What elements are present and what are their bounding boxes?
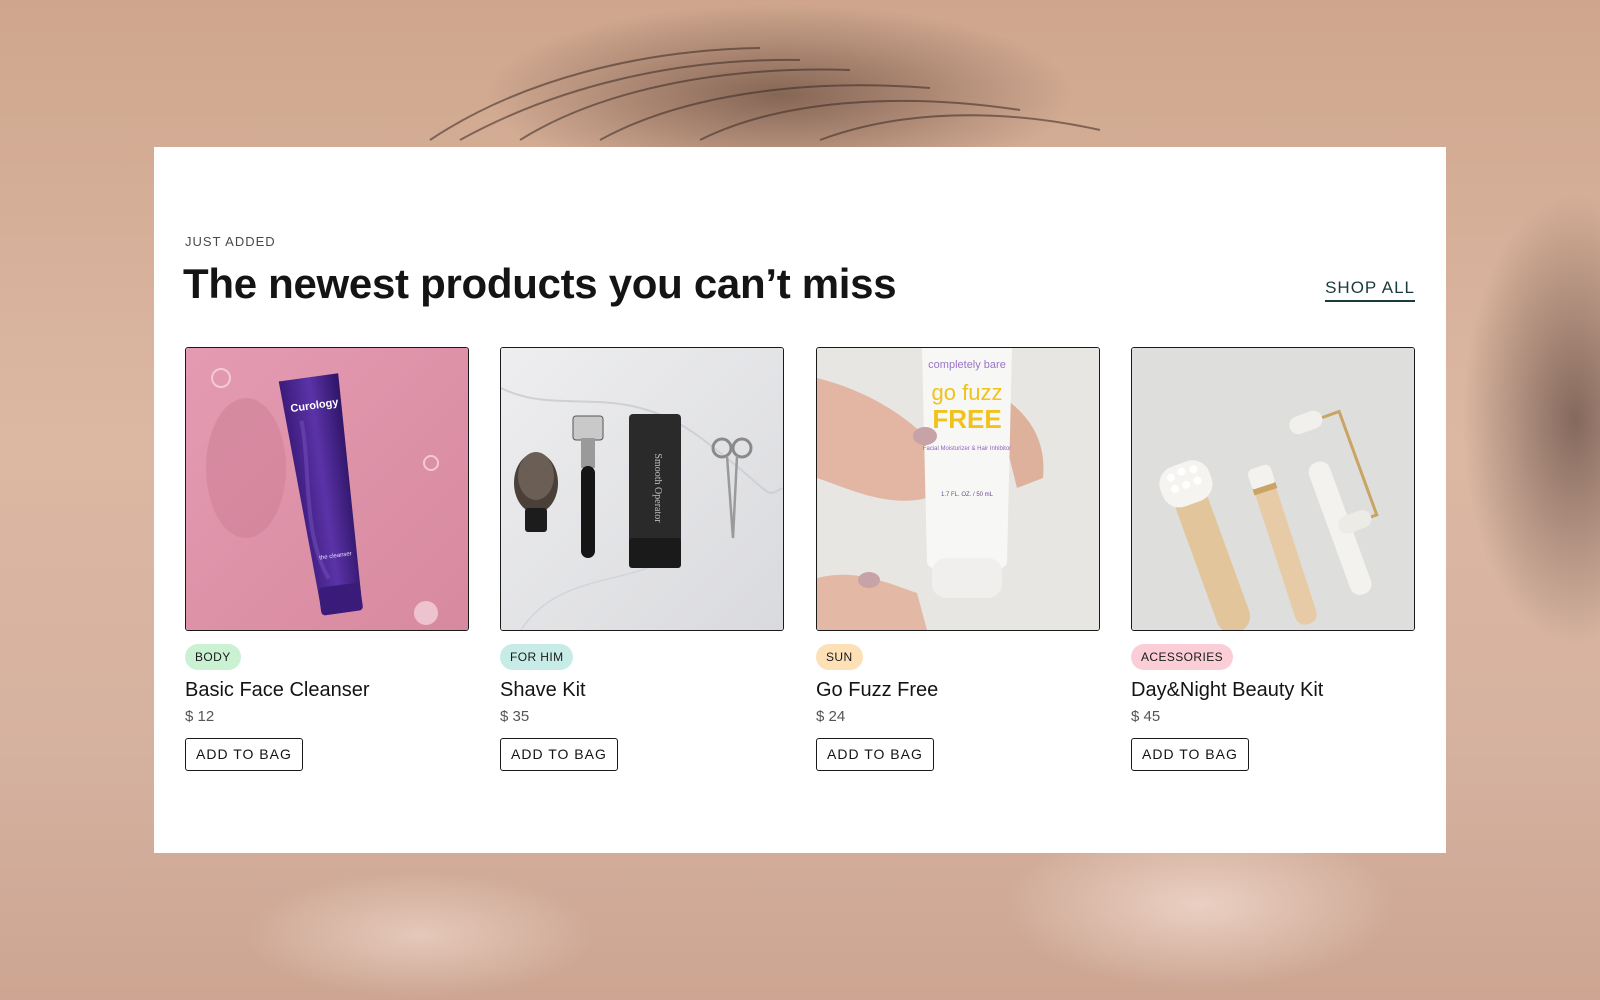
svg-text:Smooth Operator: Smooth Operator xyxy=(652,453,663,523)
svg-text:Facial Moisturizer & Hair Inhi: Facial Moisturizer & Hair Inhibitor xyxy=(923,446,1011,452)
section-eyebrow: JUST ADDED xyxy=(185,234,276,249)
product-price: $ 35 xyxy=(500,708,530,725)
category-tag: ACESSORIES xyxy=(1131,644,1234,670)
product-card[interactable]: completely bare go fuzz FREE Facial Mois… xyxy=(816,347,1100,771)
product-card[interactable]: Curology the cleanser BODY Basic Face Cl… xyxy=(185,347,469,771)
add-to-bag-button[interactable]: ADD TO BAG xyxy=(500,738,618,771)
product-card[interactable]: ACESSORIES Day&Night Beauty Kit $ 45 ADD… xyxy=(1131,347,1415,771)
product-name[interactable]: Go Fuzz Free xyxy=(816,679,1100,702)
svg-text:go fuzz: go fuzz xyxy=(932,380,1003,405)
product-price: $ 12 xyxy=(185,708,215,725)
add-to-bag-button[interactable]: ADD TO BAG xyxy=(1131,738,1249,771)
product-price: $ 24 xyxy=(816,708,846,725)
new-products-section: JUST ADDED The newest products you can’t… xyxy=(154,147,1446,853)
product-card[interactable]: Smooth Operator FOR HIM Shave Kit $ 35 A… xyxy=(500,347,784,771)
product-image[interactable]: completely bare go fuzz FREE Facial Mois… xyxy=(816,347,1100,631)
category-tag: FOR HIM xyxy=(500,644,574,670)
category-tag: SUN xyxy=(816,644,863,670)
product-grid: Curology the cleanser BODY Basic Face Cl… xyxy=(185,347,1415,787)
product-name[interactable]: Basic Face Cleanser xyxy=(185,679,469,702)
add-to-bag-button[interactable]: ADD TO BAG xyxy=(816,738,934,771)
svg-text:1.7 FL. OZ. / 50 mL: 1.7 FL. OZ. / 50 mL xyxy=(941,492,994,498)
svg-text:completely bare: completely bare xyxy=(928,359,1006,371)
svg-text:FREE: FREE xyxy=(932,404,1001,434)
product-image[interactable]: Curology the cleanser xyxy=(185,347,469,631)
section-headline: The newest products you can’t miss xyxy=(183,260,897,307)
category-tag: BODY xyxy=(185,644,241,670)
product-name[interactable]: Day&Night Beauty Kit xyxy=(1131,679,1415,702)
shop-all-link[interactable]: SHOP ALL xyxy=(1325,278,1415,302)
product-image[interactable]: Smooth Operator xyxy=(500,347,784,631)
product-price: $ 45 xyxy=(1131,708,1161,725)
product-image[interactable] xyxy=(1131,347,1415,631)
add-to-bag-button[interactable]: ADD TO BAG xyxy=(185,738,303,771)
product-name[interactable]: Shave Kit xyxy=(500,679,784,702)
